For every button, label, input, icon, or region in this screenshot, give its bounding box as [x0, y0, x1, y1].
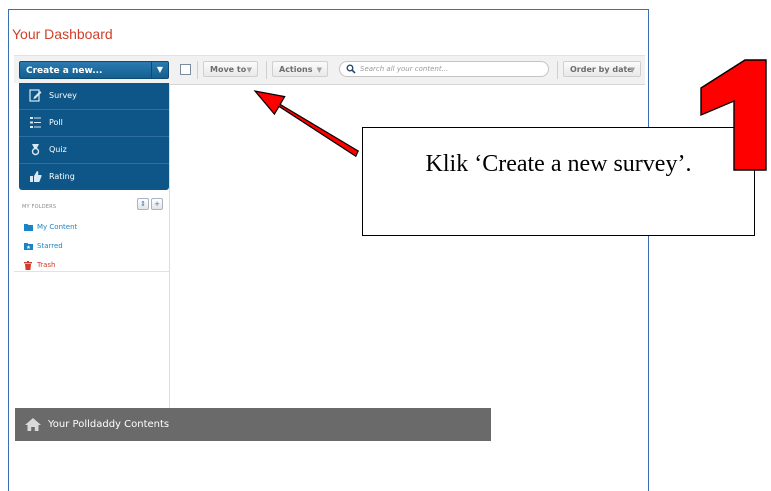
step-number [700, 59, 767, 171]
annotation-callout: Klik ‘Create a new survey’. [362, 127, 755, 236]
annotation-arrow [253, 90, 359, 158]
